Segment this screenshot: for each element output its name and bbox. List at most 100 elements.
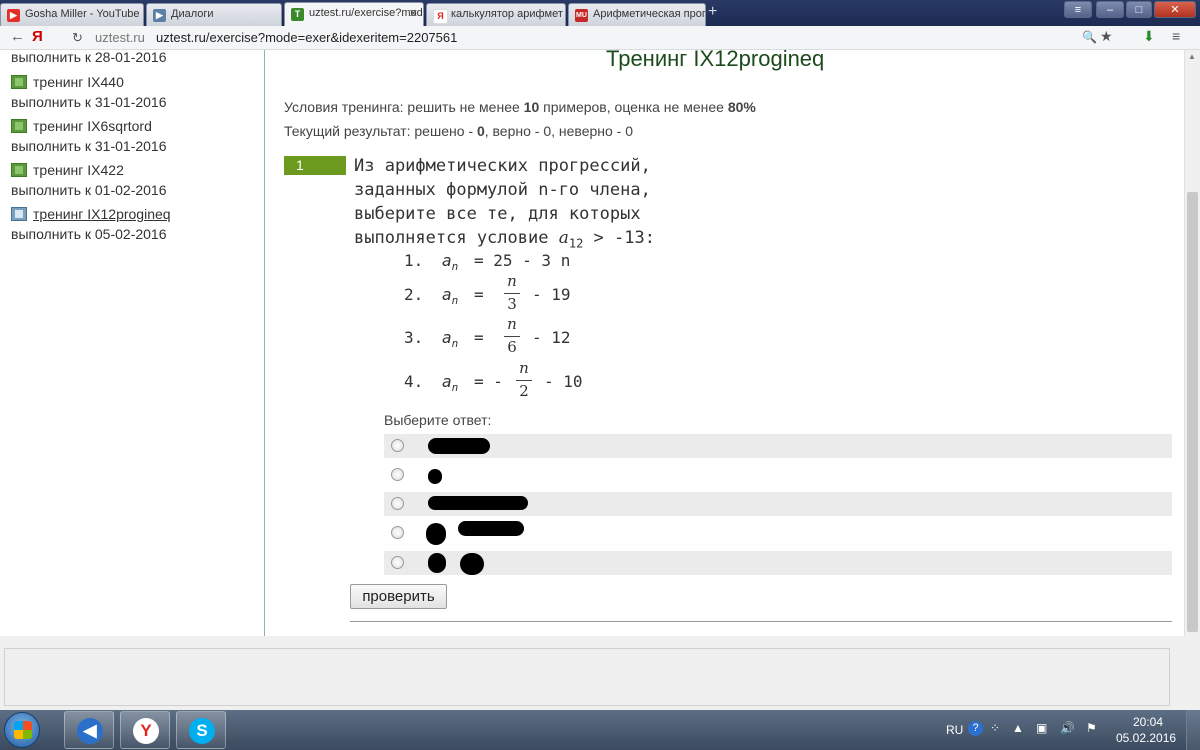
option-number: 2. (404, 285, 424, 304)
question-text: Из арифметических прогрессий, заданных ф… (354, 154, 655, 255)
back-arrow-icon[interactable]: ← (10, 28, 25, 45)
show-desktop-button[interactable] (1186, 710, 1200, 750)
redacted-scribble (428, 469, 442, 484)
maximize-icon[interactable]: □ (1126, 1, 1152, 18)
sidebar-item-date: выполнить к 31-01-2016 (11, 94, 167, 110)
book-icon (11, 119, 27, 133)
download-icon[interactable]: ⬇ (1143, 28, 1155, 45)
tab-label: uztest.ru/exercise?mode (309, 7, 424, 19)
zoom-icon[interactable]: 🔍 (1082, 30, 1097, 44)
address-url[interactable]: uztest.ru/exercise?mode=exer&idexeritem=… (156, 30, 457, 45)
current-result: Текущий результат: решено - 0, верно - 0… (284, 123, 633, 139)
help-icon[interactable]: ? (968, 721, 983, 736)
uztest-icon: T (291, 8, 304, 21)
radio-button[interactable] (391, 556, 404, 569)
option-var: a (442, 285, 452, 304)
page-scrollbar[interactable]: ▲ (1184, 50, 1200, 636)
yandex-icon: Я (433, 9, 448, 24)
answer-option-2[interactable] (384, 463, 1172, 487)
sidebar-item-title[interactable]: тренинг IX440 (33, 74, 124, 90)
conditions-text: Условия тренинга: решить не менее (284, 99, 524, 115)
taskbar-app-skype[interactable]: S (176, 711, 226, 749)
youtube-icon: ▶ (7, 9, 20, 22)
sidebar-item-ix12progineq[interactable]: тренинг IX12progineq выполнить к 05-02-2… (11, 204, 171, 244)
fraction-bar (516, 380, 532, 381)
answer-option-5[interactable] (384, 551, 1172, 575)
sidebar-item-title[interactable]: тренинг IX422 (33, 162, 124, 178)
tab-dialogs[interactable]: ▶ Диалоги (146, 3, 282, 26)
option-lhs: an (442, 285, 458, 307)
option-denominator: 6 (507, 338, 517, 356)
check-button[interactable]: проверить (350, 584, 447, 609)
language-indicator[interactable]: RU (946, 723, 963, 737)
radio-button[interactable] (391, 468, 404, 481)
tab-youtube[interactable]: ▶ Gosha Miller - YouTube (0, 3, 144, 26)
sidebar-item-ix422[interactable]: тренинг IX422 выполнить к 01-02-2016 (11, 160, 167, 200)
fraction-bar (504, 336, 520, 337)
settings-menu-icon[interactable]: ≡ (1172, 28, 1180, 44)
sidebar-top-date: выполнить к 28-01-2016 (11, 50, 167, 65)
tab-uztest[interactable]: T uztest.ru/exercise?mode ✕ (284, 2, 424, 26)
bookmark-star-icon[interactable]: ★ (1100, 28, 1113, 45)
sidebar-item-ix440[interactable]: тренинг IX440 выполнить к 31-01-2016 (11, 72, 167, 112)
clock-time[interactable]: 20:04 (1128, 715, 1168, 729)
training-conditions: Условия тренинга: решить не менее 10 при… (284, 99, 756, 115)
tab-calculator[interactable]: Я калькулятор арифмет (426, 3, 566, 26)
tray-expand-icon[interactable]: ▲ (1012, 721, 1024, 735)
tab-label: Диалоги (171, 8, 214, 20)
conditions-percent: 80% (727, 99, 756, 115)
option-numerator: n (519, 359, 529, 377)
bottom-panel (0, 636, 1200, 710)
redacted-scribble (428, 553, 446, 573)
clock-date[interactable]: 05.02.2016 (1116, 731, 1176, 745)
network-icon[interactable]: ▣ (1036, 721, 1047, 735)
sidebar-item-title[interactable]: тренинг IX12progineq (33, 206, 171, 222)
question-number: 1 (284, 156, 346, 175)
tab-progression[interactable]: MU Арифметическая прогр (568, 3, 706, 26)
speaker-icon[interactable]: 🔊 (1060, 721, 1075, 735)
option-denominator: 2 (519, 382, 529, 400)
start-button[interactable] (4, 712, 40, 748)
sidebar-item-title[interactable]: тренинг IX6sqrtord (33, 118, 152, 134)
condition-rest: > -13: (583, 228, 655, 248)
sidebar-item-ix6sqrtord[interactable]: тренинг IX6sqrtord выполнить к 31-01-201… (11, 116, 167, 156)
scroll-up-icon[interactable]: ▲ (1188, 52, 1196, 61)
yandex-button[interactable]: Я (32, 28, 43, 45)
book-icon (11, 163, 27, 177)
option-number: 4. (404, 372, 424, 391)
action-center-flag-icon[interactable]: ⚑ (1086, 721, 1097, 735)
divider (350, 621, 1172, 622)
option-tail: - 19 (532, 285, 571, 304)
scrollbar-thumb[interactable] (1187, 192, 1198, 632)
address-host: uztest.ru (95, 30, 145, 45)
minimize-icon[interactable]: – (1096, 1, 1124, 18)
answer-option-4[interactable] (384, 521, 1172, 545)
answer-option-1[interactable] (384, 434, 1172, 458)
question-line: Из арифметических прогрессий, (354, 156, 651, 176)
taskbar-app-yandex[interactable]: Y (120, 711, 170, 749)
option-number: 1. (404, 251, 424, 270)
radio-button[interactable] (391, 439, 404, 452)
reload-icon[interactable]: ↻ (72, 30, 83, 46)
result-solved: 0 (476, 123, 485, 139)
network-status-icon[interactable]: ⁘ (990, 721, 1000, 735)
option-numerator: n (507, 272, 517, 290)
option-lhs: an (442, 372, 458, 394)
close-tab-icon[interactable]: ✕ (409, 7, 418, 20)
page-title: Тренинг IX12progineq (606, 50, 825, 71)
radio-button[interactable] (391, 526, 404, 539)
taskbar-app-volume[interactable]: ◀ (64, 711, 114, 749)
option-eq: = (474, 285, 484, 304)
new-tab-icon[interactable]: + (708, 3, 717, 21)
volume-app-icon: ◀ (77, 718, 103, 744)
menu-icon[interactable]: ≡ (1064, 1, 1092, 18)
option-numerator: n (507, 315, 517, 333)
redacted-scribble (426, 523, 446, 545)
answer-option-3[interactable] (384, 492, 1172, 516)
option-var: a (442, 372, 452, 391)
result-text: Текущий результат: решено - (284, 123, 477, 139)
radio-button[interactable] (391, 497, 404, 510)
sidebar-item-date: выполнить к 05-02-2016 (11, 226, 167, 242)
condition-variable: a (558, 228, 569, 248)
close-window-icon[interactable]: ✕ (1154, 1, 1196, 18)
